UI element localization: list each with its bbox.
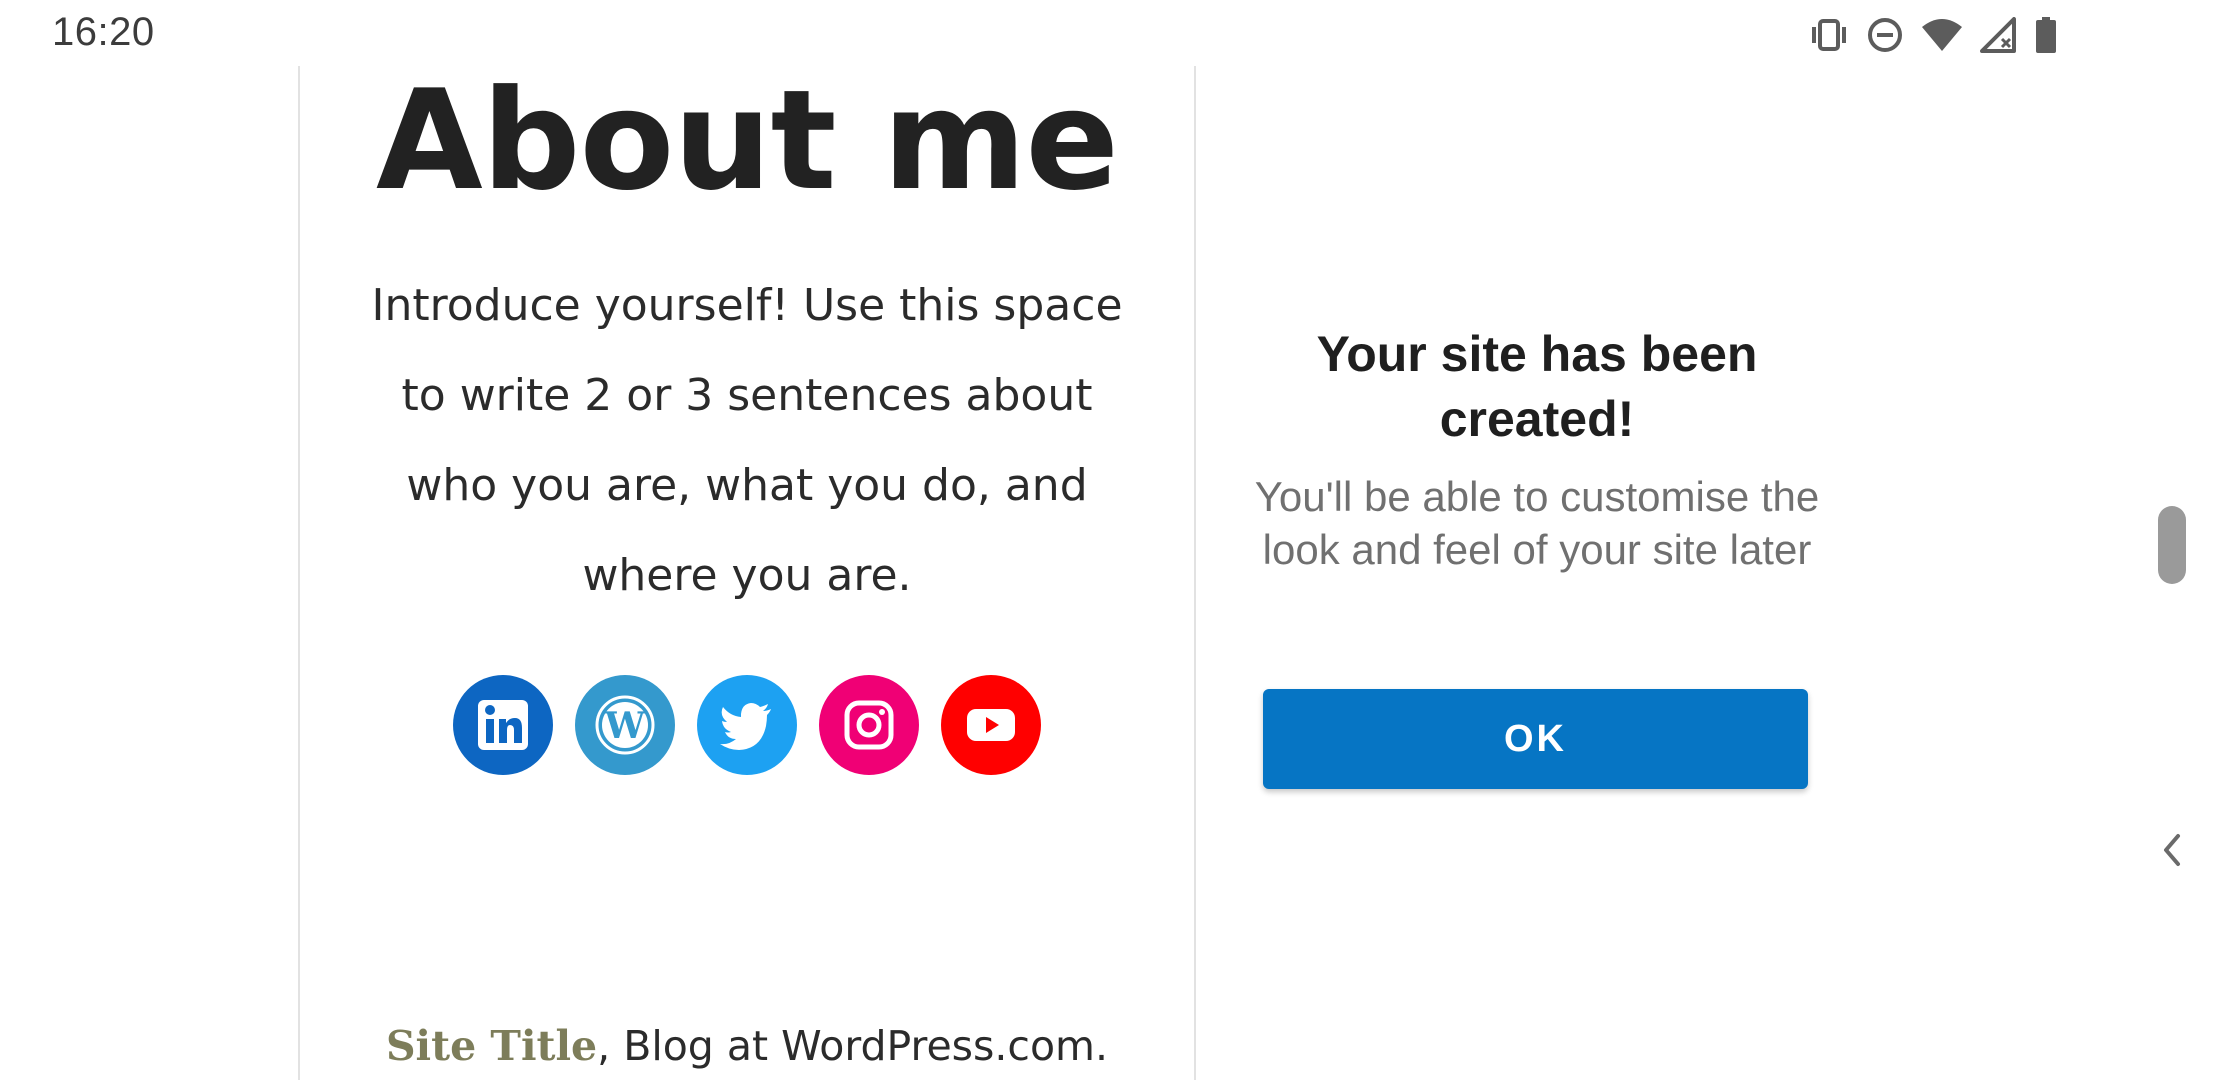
- battery-icon: [2034, 16, 2058, 54]
- footer-credit: Site Title, Blog at WordPress.com.: [300, 1022, 1194, 1070]
- dialog-title: Your site has been created!: [1316, 326, 1758, 447]
- twitter-icon[interactable]: [697, 675, 797, 775]
- footer-wordpress-link[interactable]: Blog at WordPress.com.: [623, 1022, 1108, 1070]
- cellular-no-signal-icon: [1980, 17, 2018, 53]
- chevron-left-icon[interactable]: [2160, 830, 2184, 874]
- footer-separator: ,: [597, 1022, 624, 1070]
- ok-button[interactable]: OK: [1263, 689, 1808, 789]
- page-intro-text: Introduce yourself! Use this space to wr…: [371, 280, 1123, 601]
- wordpress-icon[interactable]: W: [575, 675, 675, 775]
- scroll-handle[interactable]: [2158, 506, 2186, 584]
- social-links: W: [300, 675, 1194, 775]
- dialog-subtitle: You'll be able to customise the look and…: [1254, 473, 1820, 573]
- youtube-icon[interactable]: [941, 675, 1041, 775]
- footer-site-title-link[interactable]: Site Title: [386, 1022, 597, 1070]
- wifi-icon: [1920, 17, 1964, 53]
- site-preview: About me Introduce yourself! Use this sp…: [298, 66, 1196, 1080]
- do-not-disturb-icon: [1866, 16, 1904, 54]
- page-heading: About me: [375, 66, 1119, 221]
- linkedin-icon[interactable]: [453, 675, 553, 775]
- screen: 16:20 About me Introduce yourself! Use t…: [0, 0, 2220, 1080]
- vibrate-icon: [1808, 17, 1850, 53]
- svg-text:W: W: [604, 705, 646, 747]
- status-bar-time: 16:20: [52, 10, 155, 54]
- instagram-icon[interactable]: [819, 675, 919, 775]
- status-bar-icons: [1808, 12, 2058, 58]
